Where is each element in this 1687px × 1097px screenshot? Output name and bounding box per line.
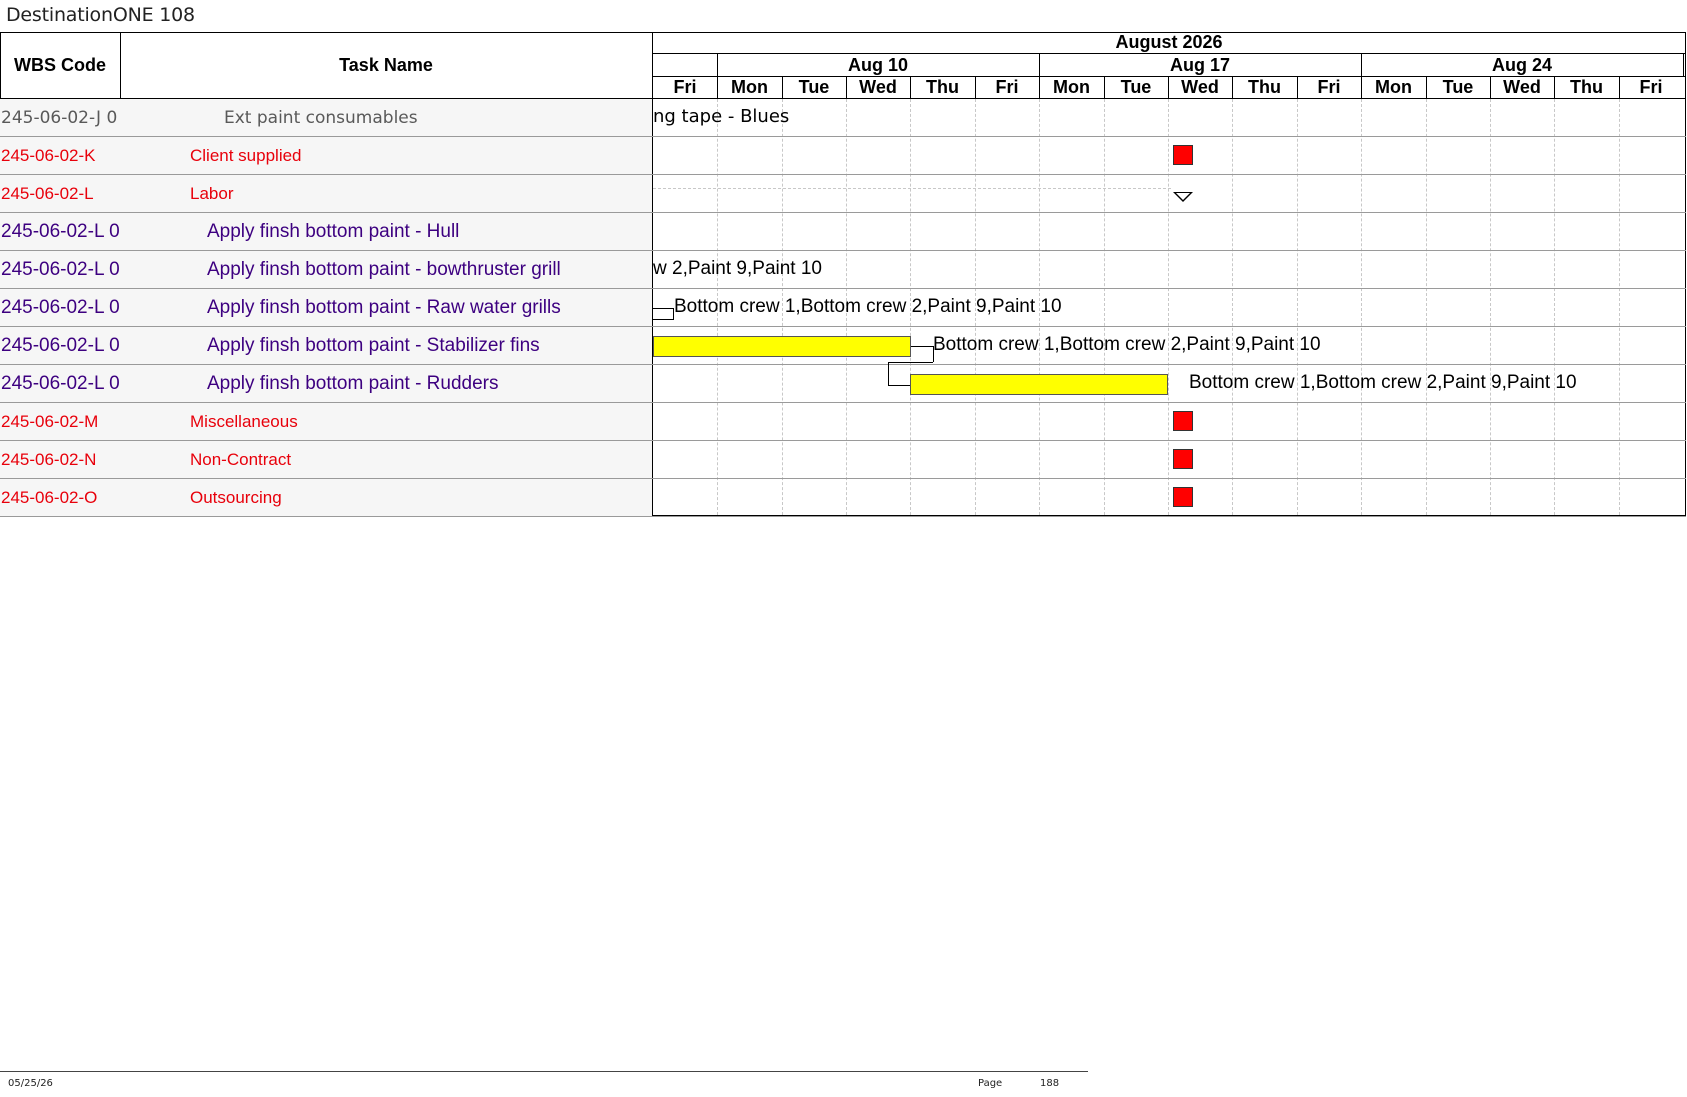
link-line: [888, 362, 933, 363]
footer-page-label: Page: [978, 1078, 1003, 1089]
milestone-marker[interactable]: [1173, 487, 1193, 507]
link-line: [653, 319, 674, 320]
day-gridline: [1426, 99, 1427, 515]
resource-label: Bottom crew 1,Bottom crew 2,Paint 9,Pain…: [674, 296, 1062, 317]
day-gridline: [1361, 99, 1362, 515]
resource-label: Bottom crew 1,Bottom crew 2,Paint 9,Pain…: [933, 334, 1321, 355]
summary-line: [653, 188, 1171, 189]
wbs-code: 245-06-02-M: [1, 412, 99, 431]
milestone-marker[interactable]: [1173, 449, 1193, 469]
wbs-code: 245-06-02-J 01: [1, 108, 119, 128]
day-gridline: [1104, 99, 1105, 515]
gantt-body: 245-06-02-J 01 Ext paint consumables 245-0…: [0, 0, 1687, 1097]
day-gridline: [1554, 99, 1555, 515]
task-name[interactable]: Outsourcing: [190, 479, 650, 517]
day-gridline: [1168, 99, 1169, 515]
task-name[interactable]: Miscellaneous: [190, 403, 650, 441]
task-name[interactable]: Apply finsh bottom paint - bowthruster g…: [207, 251, 650, 289]
footer-rule: [0, 1071, 1088, 1072]
summary-end-icon-inner: [1176, 193, 1190, 200]
task-name[interactable]: Non-Contract: [190, 441, 650, 479]
task-name[interactable]: Labor: [190, 175, 650, 213]
wbs-code: 245-06-02-L 0: [1, 335, 119, 356]
wbs-code: 245-06-02-L 0: [1, 259, 119, 280]
task-name[interactable]: Client supplied: [190, 137, 650, 175]
wbs-code: 245-06-02-L 0: [1, 297, 119, 318]
wbs-code: 245-06-02-K: [1, 146, 96, 165]
day-gridline: [1232, 99, 1233, 515]
task-name[interactable]: Apply finsh bottom paint - Stabilizer fi…: [207, 327, 650, 365]
task-name[interactable]: Apply finsh bottom paint - Raw water gri…: [207, 289, 650, 327]
link-line: [653, 308, 673, 309]
wbs-code: 245-06-02-N: [1, 450, 97, 469]
resource-label: Bottom crew 1,Bottom crew 2,Paint 9,Pain…: [1189, 372, 1577, 393]
milestone-marker[interactable]: [1173, 145, 1193, 165]
task-name[interactable]: Apply finsh bottom paint - Hull: [207, 213, 650, 251]
link-line: [888, 385, 910, 386]
day-gridline: [1619, 99, 1620, 515]
day-gridline: [1297, 99, 1298, 515]
row-divider: [0, 516, 1686, 517]
task-bar[interactable]: [653, 336, 911, 357]
link-line: [911, 346, 933, 347]
wbs-code: 245-06-02-L: [1, 184, 94, 203]
task-name[interactable]: Apply finsh bottom paint - Rudders: [207, 365, 650, 403]
milestone-marker[interactable]: [1173, 411, 1193, 431]
footer-date: 05/25/26: [8, 1078, 53, 1089]
task-bar[interactable]: [910, 374, 1168, 395]
wbs-code: 245-06-02-L 0: [1, 221, 119, 242]
link-line: [888, 362, 889, 385]
task-name[interactable]: Ext paint consumables: [224, 99, 650, 137]
resource-label: ng tape - Blues: [653, 106, 790, 127]
day-gridline: [1490, 99, 1491, 515]
footer-page-number: 188: [1040, 1078, 1060, 1089]
wbs-code: 245-06-02-O: [1, 488, 98, 507]
resource-label: w 2,Paint 9,Paint 10: [653, 258, 822, 279]
wbs-code: 245-06-02-L 0: [1, 373, 119, 394]
